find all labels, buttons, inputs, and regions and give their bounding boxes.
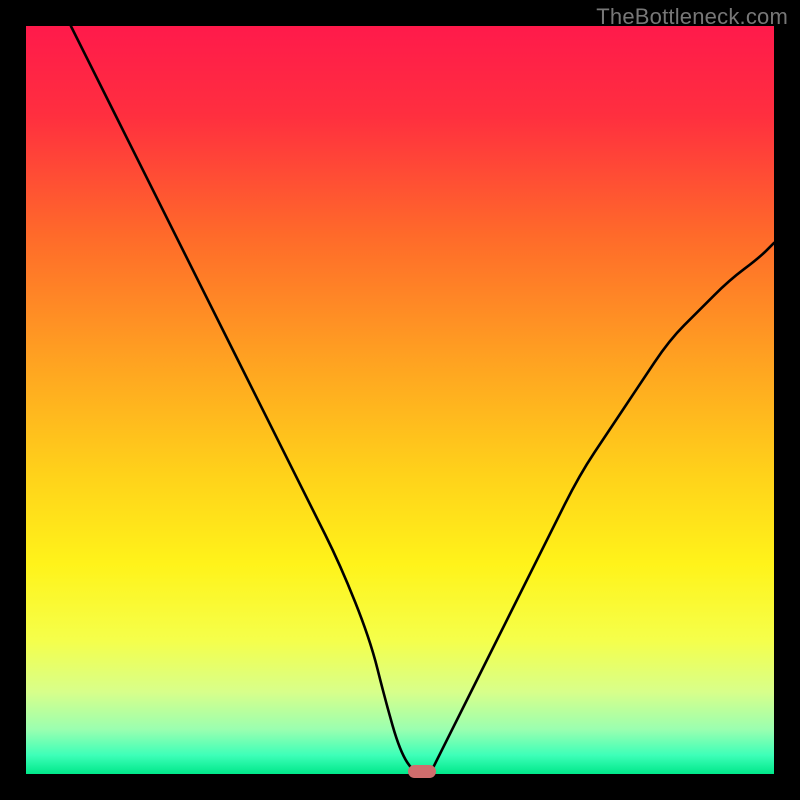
plot-area [26,26,774,774]
chart-svg [26,26,774,774]
optimum-marker [408,765,436,778]
gradient-rect [26,26,774,774]
chart-frame: TheBottleneck.com [0,0,800,800]
watermark-text: TheBottleneck.com [596,4,788,30]
